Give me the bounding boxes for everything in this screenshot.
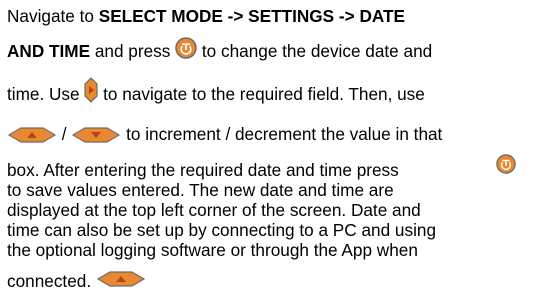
text-displayed: displayed at the top left corner of the …: [7, 200, 421, 220]
down-arrow-button-icon: [71, 127, 121, 144]
line-2: AND TIME and press to change the device …: [7, 37, 433, 61]
text-navigate-to: Navigate to: [7, 6, 99, 26]
text-time-setup: time can also be set up by connecting to…: [7, 220, 436, 240]
line-9: the optional logging software or through…: [7, 240, 418, 260]
text-optional-logging: the optional logging software or through…: [7, 240, 418, 260]
up-arrow-button-icon: [7, 127, 57, 144]
menu-path-bold-continued: AND TIME: [7, 41, 91, 61]
line-8: time can also be set up by connecting to…: [7, 220, 436, 240]
menu-path-bold: SELECT MODE -> SETTINGS -> DATE: [98, 6, 405, 26]
text-slash: /: [57, 124, 72, 144]
line-6: to save values entered. The new date and…: [7, 180, 394, 200]
line-10: connected.: [7, 271, 146, 291]
right-arrow-button-icon: [84, 77, 98, 104]
line-3: time. Use to navigate to the required fi…: [7, 77, 425, 104]
line-1: Navigate to SELECT MODE -> SETTINGS -> D…: [7, 6, 405, 26]
text-connected: connected.: [7, 271, 96, 291]
instruction-paragraph: Navigate to SELECT MODE -> SETTINGS -> D…: [0, 0, 541, 299]
text-increment-decrement: to increment / decrement the value in th…: [121, 124, 443, 144]
text-change-date: to change the device date and: [197, 41, 433, 61]
text-time-use: time. Use: [7, 84, 85, 104]
line-5: box. After entering the required date an…: [7, 160, 399, 180]
text-save-values: to save values entered. The new date and…: [7, 180, 394, 200]
text-and-press: and press: [90, 41, 176, 61]
ok-button-icon-second: [496, 154, 516, 174]
up-arrow-button-icon-second: [96, 271, 146, 288]
text-navigate-field: to navigate to the required field. Then,…: [98, 84, 425, 104]
line-7: displayed at the top left corner of the …: [7, 200, 421, 220]
text-after-entering: box. After entering the required date an…: [7, 160, 399, 180]
line-4: / to increment / decrement the value in …: [7, 124, 442, 144]
ok-button-icon: [175, 37, 197, 60]
